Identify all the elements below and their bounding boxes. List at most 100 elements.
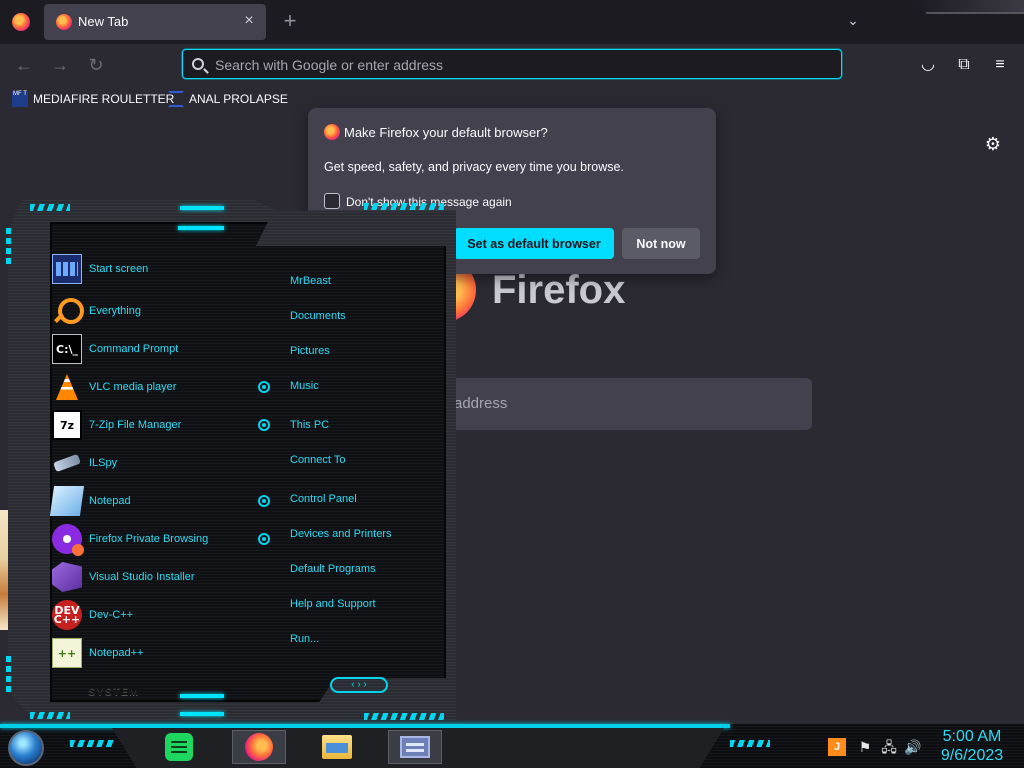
jump-list-arrow-icon[interactable] xyxy=(258,533,270,545)
start-place-help-support[interactable]: Help and Support xyxy=(290,598,376,610)
start-item-start-screen[interactable]: Start screen xyxy=(52,252,252,286)
start-item-label: Notepad++ xyxy=(89,647,144,659)
jump-list-arrow-icon[interactable] xyxy=(258,419,270,431)
start-item-vlc[interactable]: VLC media player xyxy=(52,370,252,404)
bookmark-second[interactable]: ANAL PROLAPSE xyxy=(168,90,288,108)
bookmark-mediafire[interactable]: MF T MEDIAFIRE ROULETTER xyxy=(12,90,174,108)
start-item-label: Everything xyxy=(89,305,141,317)
reload-button[interactable]: ↻ xyxy=(84,54,108,76)
extensions-button[interactable]: ⧉ xyxy=(953,54,975,76)
start-place-pictures[interactable]: Pictures xyxy=(290,345,330,357)
firefox-view-icon[interactable] xyxy=(12,13,30,31)
network-icon[interactable]: 🖧 xyxy=(880,738,898,756)
start-item-label: Start screen xyxy=(89,263,149,275)
system-label: SYSTEM xyxy=(88,686,140,698)
start-item-label: Dev-C++ xyxy=(89,609,134,621)
jump-list-arrow-icon[interactable] xyxy=(258,381,270,393)
new-tab-button[interactable]: + xyxy=(278,10,302,34)
start-item-label: VLC media player xyxy=(89,381,177,393)
start-place-run[interactable]: Run... xyxy=(290,633,319,645)
dont-show-checkbox[interactable] xyxy=(324,193,340,209)
back-button[interactable]: ← xyxy=(12,54,36,76)
taskbar-spotify[interactable] xyxy=(152,730,206,764)
taskbar-decoration xyxy=(70,740,114,747)
newtab-search-box[interactable]: address xyxy=(440,378,812,430)
taskbar-firefox[interactable] xyxy=(232,730,286,764)
bookmark-favicon-icon xyxy=(168,91,184,107)
url-bar[interactable] xyxy=(182,49,842,79)
taskbar-remote-desktop[interactable] xyxy=(388,730,442,764)
bookmark-label: MEDIAFIRE ROULETTER xyxy=(33,92,175,106)
firefox-wordmark: Firefox xyxy=(492,268,626,312)
url-input[interactable] xyxy=(215,55,815,75)
search-icon xyxy=(192,58,204,70)
java-tray-icon[interactable]: J xyxy=(828,738,846,756)
start-item-label: ILSpy xyxy=(89,457,118,469)
start-item-dev-cpp[interactable]: DEV C++ Dev-C++ xyxy=(52,598,252,632)
menu-decoration xyxy=(30,712,70,719)
start-item-firefox-private[interactable]: Firefox Private Browsing xyxy=(52,522,252,556)
file-explorer-icon xyxy=(322,735,352,759)
7zip-icon: 7z xyxy=(52,410,82,440)
taskbar-file-explorer[interactable] xyxy=(310,730,364,764)
vlc-cone-icon xyxy=(52,372,82,402)
menu-decoration xyxy=(6,656,11,692)
forward-button[interactable]: → xyxy=(48,54,72,76)
start-place-devices-printers[interactable]: Devices and Printers xyxy=(290,528,392,540)
clock-date: 9/6/2023 xyxy=(940,747,1004,764)
gear-icon[interactable]: ⚙ xyxy=(984,135,1002,153)
start-place-documents[interactable]: Documents xyxy=(290,310,346,322)
magnifier-icon xyxy=(52,296,84,326)
not-now-button[interactable]: Not now xyxy=(622,228,700,259)
list-all-tabs-icon[interactable]: ⌄ xyxy=(842,12,864,32)
set-default-button[interactable]: Set as default browser xyxy=(454,228,614,259)
menu-decoration xyxy=(6,228,11,264)
start-place-mrbeast[interactable]: MrBeast xyxy=(290,275,331,287)
notepad-plus-plus-icon: ++ xyxy=(52,638,82,668)
menu-decoration xyxy=(178,226,224,230)
remote-desktop-icon xyxy=(400,736,430,758)
menu-decoration xyxy=(180,206,224,210)
system-clock[interactable]: 5:00 AM 9/6/2023 xyxy=(932,727,1012,765)
start-place-this-pc[interactable]: This PC xyxy=(290,419,329,431)
action-center-flag-icon[interactable]: ⚑ xyxy=(856,738,874,756)
start-item-command-prompt[interactable]: C:\_ Command Prompt xyxy=(52,332,252,366)
start-place-control-panel[interactable]: Control Panel xyxy=(290,493,357,505)
jump-list-arrow-icon[interactable] xyxy=(258,495,270,507)
newtab-search-placeholder: address xyxy=(454,395,508,412)
mediafire-icon: MF T xyxy=(12,91,28,107)
start-item-visual-studio-installer[interactable]: Visual Studio Installer xyxy=(52,560,252,594)
pocket-button[interactable]: ◡ xyxy=(917,54,939,76)
start-item-notepad[interactable]: Notepad xyxy=(49,484,252,518)
start-item-ilspy[interactable]: ILSpy xyxy=(52,446,252,480)
ilspy-icon xyxy=(52,448,82,478)
command-prompt-icon: C:\_ xyxy=(52,334,82,364)
start-item-everything[interactable]: Everything xyxy=(52,294,252,328)
close-tab-icon[interactable]: × xyxy=(240,12,258,30)
title-bar: New Tab × + ⌄ xyxy=(0,0,1024,44)
tab-new-tab[interactable]: New Tab × xyxy=(44,4,266,40)
start-orb-button[interactable] xyxy=(8,730,44,766)
start-item-label: 7-Zip File Manager xyxy=(89,419,182,431)
start-item-notepad-plus-plus[interactable]: ++ Notepad++ xyxy=(52,636,252,670)
menu-decoration xyxy=(30,204,70,211)
start-place-default-programs[interactable]: Default Programs xyxy=(290,563,376,575)
taskbar-accent-line xyxy=(0,724,730,728)
start-place-connect-to[interactable]: Connect To xyxy=(290,454,345,466)
start-item-7zip[interactable]: 7z 7-Zip File Manager xyxy=(52,408,252,442)
navigation-bar: ← → ↻ ◡ ⧉ ≡ xyxy=(0,44,1024,86)
dialog-title: Make Firefox your default browser? xyxy=(344,125,548,140)
menu-decoration xyxy=(364,713,444,720)
page-arrows-icon[interactable]: ‹ › › xyxy=(330,677,388,693)
start-item-label: Firefox Private Browsing xyxy=(89,533,209,545)
firefox-private-icon xyxy=(52,524,84,556)
notepad-icon xyxy=(49,486,85,516)
start-place-music[interactable]: Music xyxy=(290,380,319,392)
taskbar-decoration xyxy=(730,740,770,747)
menu-decoration xyxy=(364,203,444,210)
app-menu-button[interactable]: ≡ xyxy=(989,54,1011,76)
firefox-icon xyxy=(324,124,340,140)
volume-icon[interactable]: 🔊 xyxy=(904,738,922,756)
start-item-label: Visual Studio Installer xyxy=(89,571,195,583)
bookmark-label: ANAL PROLAPSE xyxy=(189,92,288,106)
